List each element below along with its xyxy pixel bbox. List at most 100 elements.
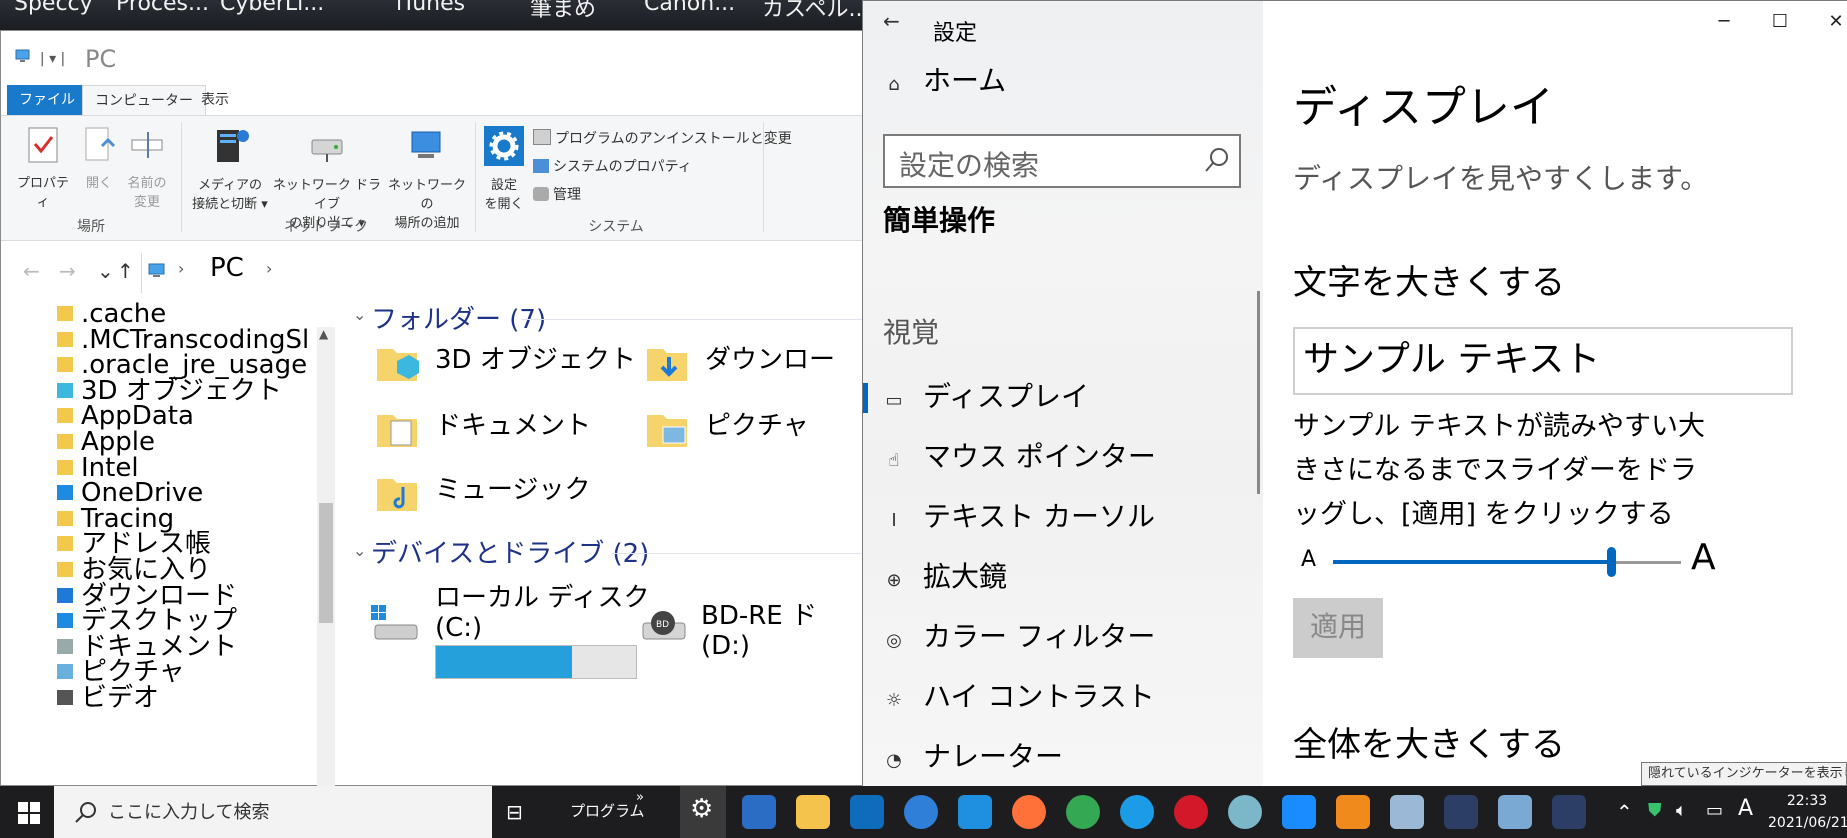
tab-view[interactable]: 表示 — [189, 85, 241, 115]
windows-start-icon[interactable] — [18, 802, 40, 824]
text-size-slider-thumb[interactable] — [1607, 547, 1617, 577]
group-divider — [521, 319, 871, 320]
address-bar[interactable]: › PC › — [141, 253, 872, 293]
nav-text-cursor[interactable]: I テキスト カーソル — [883, 495, 1155, 535]
app-icon[interactable] — [1228, 795, 1262, 829]
ribbon-separator — [475, 122, 476, 232]
tree-item[interactable]: ビデオ — [57, 683, 159, 713]
breadcrumb-pc[interactable]: PC — [210, 253, 244, 283]
folder-icon — [57, 434, 73, 449]
folder-icon — [57, 408, 73, 424]
nav-color-filters[interactable]: ◎ カラー フィルター — [883, 615, 1155, 655]
back-arrow-icon[interactable]: ← — [883, 9, 900, 33]
rename-button[interactable]: 名前の 変更 — [121, 126, 173, 212]
app-icon[interactable] — [1552, 795, 1586, 829]
desktop-icon-label[interactable]: Canon... — [644, 0, 735, 16]
search-icon — [75, 802, 96, 823]
nav-high-contrast[interactable]: ☼ ハイ コントラスト — [883, 675, 1155, 715]
toolbar-chevron-icon[interactable]: » — [636, 790, 644, 805]
notepad-icon[interactable] — [1390, 795, 1424, 829]
task-view-icon[interactable]: ⊟ — [506, 800, 523, 824]
breadcrumb-chevron-icon[interactable]: › — [178, 259, 184, 278]
settings-search-input[interactable]: 設定の検索 — [883, 134, 1241, 188]
chevron-down-icon[interactable]: ⌄ — [97, 259, 114, 283]
up-arrow-icon[interactable]: ↑ — [117, 259, 134, 283]
selected-indicator — [863, 383, 868, 413]
desktop-icon-label[interactable]: iTunes — [396, 0, 465, 16]
maximize-button[interactable]: ☐ — [1757, 7, 1803, 37]
folder-icon — [57, 562, 73, 577]
chat-icon[interactable] — [904, 795, 938, 829]
folder-icon — [57, 587, 73, 603]
store-icon[interactable] — [742, 795, 776, 829]
group-label: 場所 — [77, 219, 105, 235]
sidebar-scrollbar[interactable] — [1257, 291, 1260, 494]
chrome-icon[interactable] — [1066, 795, 1100, 829]
desktop-icon-label[interactable]: CyberLi... — [220, 0, 324, 16]
desktop-icon-label[interactable]: Speccy — [14, 0, 93, 16]
messenger-icon[interactable] — [1282, 795, 1316, 829]
nav-narrator[interactable]: ◔ ナレーター — [883, 735, 1063, 775]
folder-icon — [57, 357, 73, 373]
folder-icon — [57, 638, 73, 654]
taskbar-search-input[interactable]: ここに入力して検索 — [54, 786, 492, 838]
system-properties-button[interactable]: システムのプロパティ — [533, 156, 692, 176]
media-player-icon[interactable] — [1336, 795, 1370, 829]
manage-button[interactable]: 管理 — [533, 184, 581, 204]
outlook-icon[interactable] — [850, 795, 884, 829]
desktop-icon-label[interactable]: 筆まめ — [530, 0, 596, 23]
tab-file[interactable]: ファイル — [7, 85, 87, 115]
app-icon[interactable] — [1498, 795, 1532, 829]
minimize-button[interactable]: ─ — [1701, 7, 1747, 37]
shield-icon[interactable]: ⛊ — [1648, 800, 1662, 821]
nav-display[interactable]: ▭ ディスプレイ — [883, 375, 1089, 415]
firefox-icon[interactable] — [1012, 795, 1046, 829]
ribbon-separator — [763, 122, 764, 232]
app-icon[interactable] — [1444, 795, 1478, 829]
nav-home[interactable]: ⌂ ホーム — [883, 59, 1006, 99]
opera-icon[interactable] — [1174, 795, 1208, 829]
edge-icon[interactable] — [1120, 795, 1154, 829]
navigation-scrollbar[interactable]: ▲ ▼ — [317, 327, 335, 813]
add-network-location-button[interactable]: ネットワークの 場所の追加 — [383, 126, 471, 233]
breadcrumb-chevron-icon[interactable]: › — [266, 259, 272, 278]
folders-group-header[interactable]: フォルダー (7) — [371, 299, 546, 336]
volume-icon[interactable]: 🔈︎ — [1676, 800, 1687, 821]
system-properties-icon — [533, 159, 549, 173]
desktop-icon-label[interactable]: Proces... — [116, 0, 209, 16]
open-button[interactable]: 開く — [79, 126, 119, 193]
media-connect-button[interactable]: メディアの 接続と切断 ▾ — [185, 126, 275, 214]
open-settings-button[interactable]: 設定 を開く — [481, 126, 527, 214]
properties-button[interactable]: プロパティ — [13, 126, 73, 212]
3d-objects-folder-icon — [377, 349, 419, 381]
folder-icon — [57, 306, 73, 321]
network-icon[interactable]: ▭ — [1706, 800, 1723, 821]
collapse-chevron-icon[interactable]: ⌄ — [353, 305, 366, 324]
ime-indicator[interactable]: A — [1738, 796, 1753, 821]
close-button[interactable]: ✕ — [1813, 7, 1847, 37]
tab-computer[interactable]: コンピューター — [82, 85, 206, 116]
quick-access-toolbar[interactable]: | ▾ | — [15, 49, 65, 67]
back-arrow-icon[interactable]: ← — [23, 259, 40, 283]
program-toolbar-label[interactable]: プログラム — [570, 800, 645, 821]
folder-icon — [57, 613, 73, 629]
forward-arrow-icon[interactable]: → — [59, 259, 76, 283]
mail-icon[interactable] — [958, 795, 992, 829]
nav-magnifier[interactable]: ⊕ 拡大鏡 — [883, 555, 1007, 595]
collapse-chevron-icon[interactable]: ⌄ — [353, 541, 366, 560]
apply-button[interactable]: 適用 — [1293, 598, 1383, 658]
properties-icon — [28, 127, 58, 163]
page-title: ディスプレイ — [1293, 82, 1554, 133]
ribbon: プロパティ 開く 名前の 変更 場所 メディアの 接続と切断 ▾ ネットワーク ドラ… — [1, 115, 871, 241]
settings-taskbar-button[interactable]: ⚙ — [680, 786, 726, 838]
address-bar-row: ← → ⌄ ↑ › PC › — [1, 247, 871, 297]
file-explorer-icon[interactable] — [796, 795, 830, 829]
settings-window: ← 設定 ⌂ ホーム 設定の検索 簡単操作 視覚 ▭ ディスプレイ ☝ マウス ポイン… — [862, 0, 1847, 786]
clock[interactable]: 22:33 2021/06/21 — [1768, 790, 1847, 834]
nav-mouse-pointer[interactable]: ☝ マウス ポインター — [883, 435, 1156, 475]
drives-group-header[interactable]: デバイスとドライブ (2) — [371, 533, 649, 570]
desktop-icon-label[interactable]: カスペル... — [762, 0, 869, 23]
chevron-up-icon[interactable]: ⌃ — [1616, 800, 1633, 824]
uninstall-program-button[interactable]: プログラムのアンインストールと変更 — [533, 128, 792, 148]
palette-icon: ◎ — [886, 630, 902, 651]
